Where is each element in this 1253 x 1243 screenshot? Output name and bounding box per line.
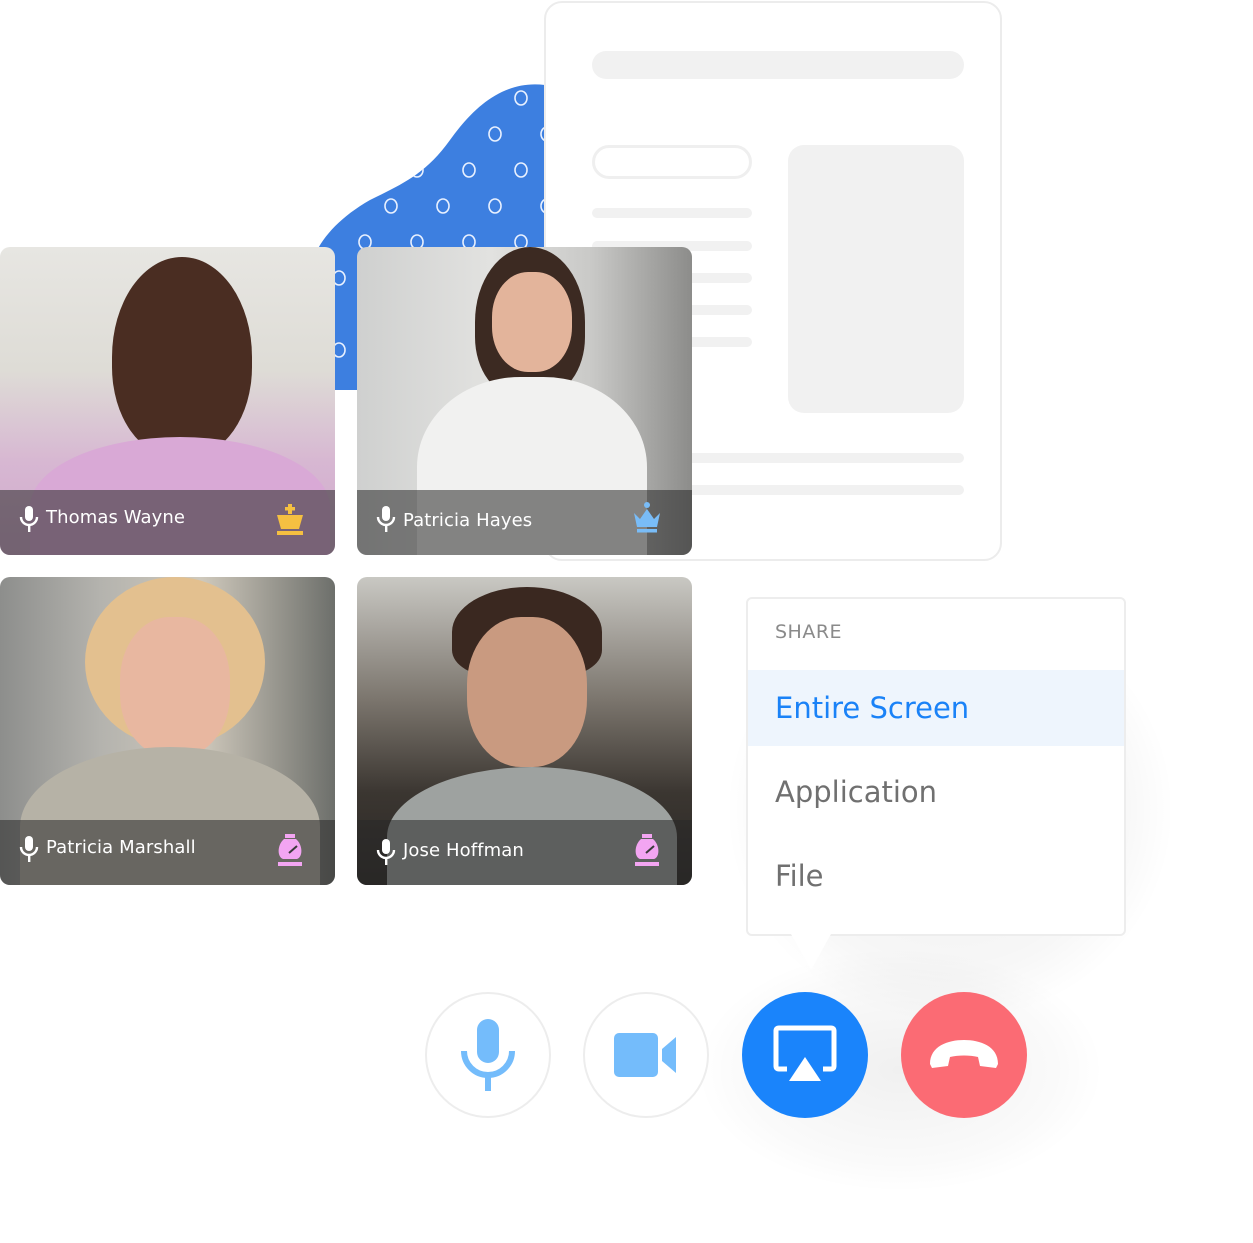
share-menu-header: SHARE: [775, 621, 843, 643]
share-option-entire-screen[interactable]: Entire Screen: [748, 670, 1124, 746]
share-option-application[interactable]: Application: [748, 754, 1124, 830]
video-tile[interactable]: Thomas Wayne: [0, 247, 335, 555]
camera-button[interactable]: [583, 992, 709, 1118]
participant-name: Patricia Marshall: [46, 837, 196, 858]
end-call-button[interactable]: [901, 992, 1027, 1118]
video-tile[interactable]: Patricia Marshall: [0, 577, 335, 885]
microphone-button[interactable]: [425, 992, 551, 1118]
video-tile[interactable]: Jose Hoffman: [357, 577, 692, 885]
microphone-icon[interactable]: [375, 505, 397, 533]
participant-name: Jose Hoffman: [403, 840, 524, 861]
microphone-icon[interactable]: [18, 835, 40, 863]
share-option-file[interactable]: File: [748, 838, 1124, 914]
queen-icon: [634, 502, 660, 533]
participant-name: Patricia Hayes: [403, 510, 533, 531]
bishop-icon: [278, 834, 302, 866]
screen-share-icon: [773, 1025, 837, 1081]
microphone-icon[interactable]: [375, 838, 397, 866]
participant-name: Thomas Wayne: [46, 507, 186, 528]
share-screen-button[interactable]: [742, 992, 868, 1118]
hang-up-icon: [930, 1040, 998, 1068]
video-tile[interactable]: Patricia Hayes: [357, 247, 692, 555]
doc-line-placeholder: [592, 208, 752, 218]
king-icon: [277, 504, 303, 535]
video-camera-icon: [614, 1033, 676, 1077]
microphone-icon: [461, 1019, 515, 1091]
menu-pointer: [791, 934, 831, 970]
bishop-icon: [635, 834, 659, 866]
doc-image-placeholder: [788, 145, 964, 413]
microphone-icon[interactable]: [18, 505, 40, 533]
share-menu: SHARE Entire Screen Application File: [746, 597, 1126, 970]
doc-title-placeholder: [592, 51, 964, 79]
doc-button-placeholder: [592, 145, 752, 179]
